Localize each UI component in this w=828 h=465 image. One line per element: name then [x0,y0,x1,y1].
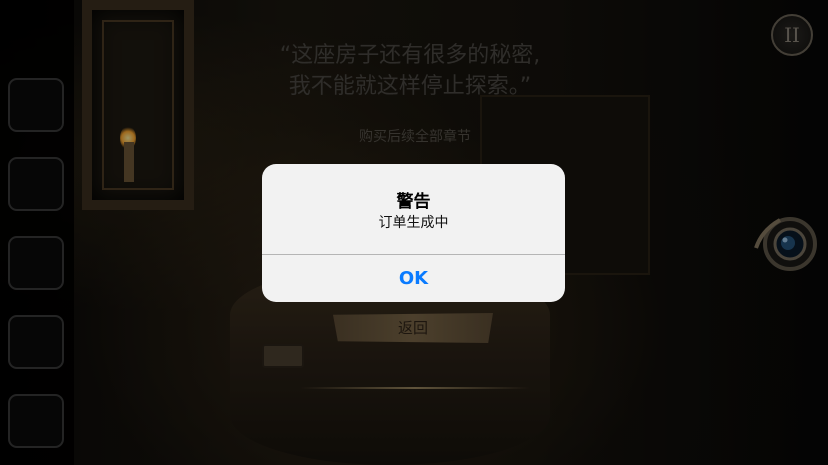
game-scene: “这座房子还有很多的秘密, 我不能就这样停止探索。” 购买后续全部章节 返回 I… [0,0,828,465]
alert-message: 订单生成中 [378,215,449,231]
alert-title: 警告 [396,192,431,212]
alert-dialog: 警告 订单生成中 OK [262,164,565,302]
ok-button[interactable]: OK [262,255,565,302]
